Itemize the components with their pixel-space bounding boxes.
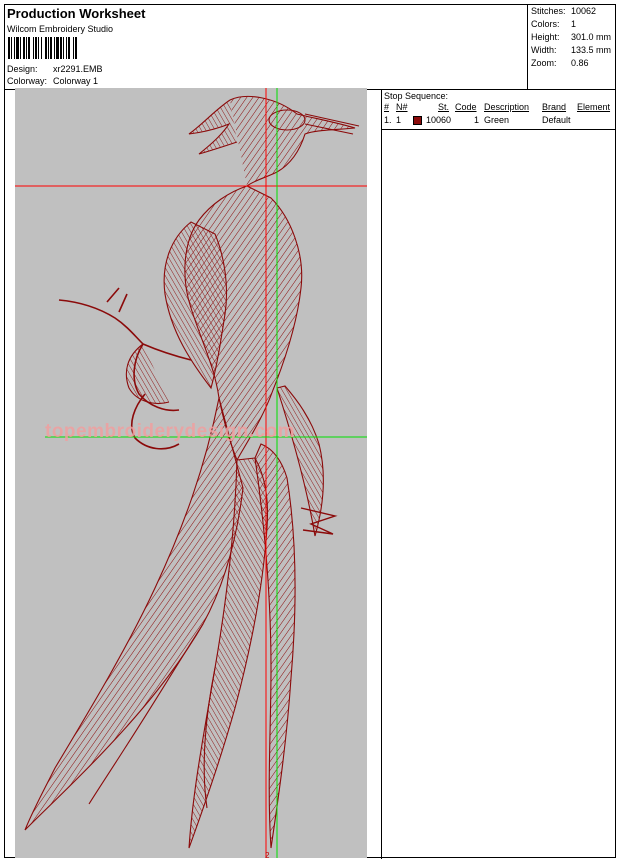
page-title: Production Worksheet [7,6,146,21]
col-code: Code [455,102,477,112]
table-divider [382,129,615,130]
stat-stitches: Stitches: 10062 [531,6,597,16]
worksheet-page: Production Worksheet Wilcom Embroidery S… [4,4,616,859]
barcode-icon [8,37,77,59]
stat-height: Height: 301.0 mm [531,32,612,42]
row-description: Green [484,115,510,125]
row-stitches: 10060 [426,115,452,125]
stop-sequence-panel: Stop Sequence: # N# St. Code Description… [382,89,615,859]
design-label: Design: [7,64,38,74]
bird-illustration [24,95,360,849]
design-row: Design: xr2291.EMB [7,64,103,74]
colorway-row: Colorway: Colorway 1 [7,76,98,86]
design-filename: xr2291.EMB [53,64,103,74]
row-number: 1. [384,115,392,125]
stop-sequence-header: # N# St. Code Description Brand Element [382,102,615,114]
color-swatch [413,116,422,125]
watermark-text: topembroiderydesign.com [45,421,296,442]
software-name: Wilcom Embroidery Studio [7,24,114,34]
stats-panel: Stitches: 10062 Colors: 1 Height: 301.0 mm … [527,5,616,89]
colorway-label: Colorway: [7,76,48,86]
table-row: 1. 1 10060 1 Green Default [382,115,615,127]
stat-zoom: Zoom: 0.86 [531,58,589,68]
colorway-value: Colorway 1 [53,76,99,86]
row-brand: Default [542,115,571,125]
worksheet-header: Production Worksheet Wilcom Embroidery S… [5,5,615,90]
col-stitches: St. [438,102,450,112]
stop-sequence-title: Stop Sequence: [384,91,449,101]
col-brand: Brand [542,102,567,112]
col-description: Description [484,102,530,112]
row-needle: 1 [396,115,402,125]
stat-width: Width: 133.5 mm [531,45,612,55]
stat-colors: Colors: 1 [531,19,577,29]
col-element: Element [577,102,611,112]
col-needle: N# [396,102,408,112]
guide-marker: 2 [265,851,270,858]
row-code: 1 [474,115,480,125]
embroidery-design [15,88,367,858]
col-number: # [384,102,390,112]
design-preview: topembroiderydesign.com 2 [15,88,367,858]
